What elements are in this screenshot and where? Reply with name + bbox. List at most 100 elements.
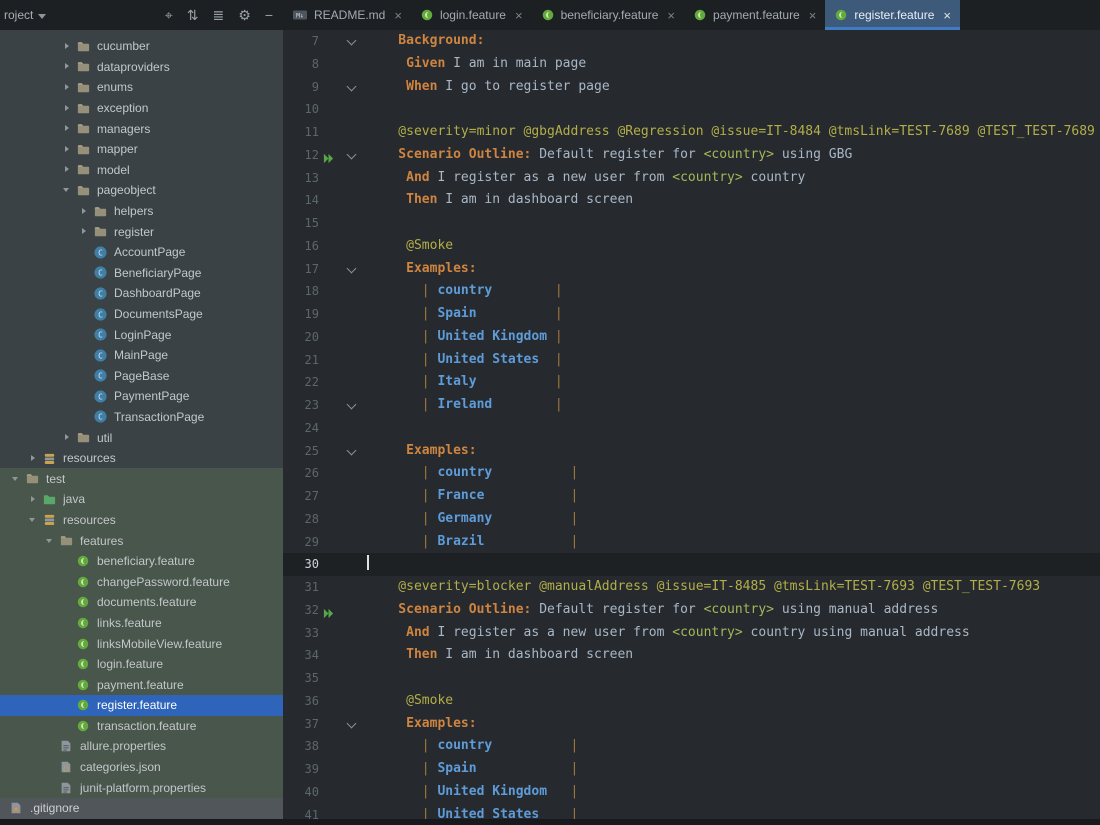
code-line-20[interactable]: 20 | United Kingdom | xyxy=(283,326,1100,349)
collapse-all-icon[interactable]: ≣ xyxy=(213,0,225,30)
tree-item-register[interactable]: register xyxy=(0,221,283,242)
code-line-17[interactable]: 17 Examples: xyxy=(283,258,1100,281)
fold-chevron-icon[interactable] xyxy=(347,36,357,46)
fold-chevron-icon[interactable] xyxy=(347,263,357,273)
chevron-down-icon[interactable] xyxy=(42,533,58,549)
tab-payment.feature[interactable]: payment.feature× xyxy=(684,0,825,30)
tree-item-PaymentPage[interactable]: CPaymentPage xyxy=(0,386,283,407)
tree-item-resources[interactable]: resources xyxy=(0,510,283,531)
close-icon[interactable]: × xyxy=(667,8,675,23)
tree-item-LoginPage[interactable]: CLoginPage xyxy=(0,324,283,345)
tab-login.feature[interactable]: login.feature× xyxy=(411,0,532,30)
tab-README.md[interactable]: M↓README.md× xyxy=(283,0,411,30)
tree-item-enums[interactable]: enums xyxy=(0,77,283,98)
code-line-35[interactable]: 35 xyxy=(283,667,1100,690)
code-line-38[interactable]: 38 | country | xyxy=(283,735,1100,758)
tree-item-changePassword.feature[interactable]: changePassword.feature xyxy=(0,571,283,592)
code-line-24[interactable]: 24 xyxy=(283,417,1100,440)
code-line-19[interactable]: 19 | Spain | xyxy=(283,303,1100,326)
code-line-27[interactable]: 27 | France | xyxy=(283,485,1100,508)
code-line-29[interactable]: 29 | Brazil | xyxy=(283,531,1100,554)
tree-item-managers[interactable]: managers xyxy=(0,118,283,139)
chevron-down-icon[interactable] xyxy=(59,182,75,198)
chevron-right-icon[interactable] xyxy=(25,450,41,466)
code-line-15[interactable]: 15 xyxy=(283,212,1100,235)
tree-item-register.feature[interactable]: register.feature xyxy=(0,695,283,716)
expand-collapse-icon[interactable]: ⇅ xyxy=(187,0,199,30)
tree-item-AccountPage[interactable]: CAccountPage xyxy=(0,242,283,263)
code-line-23[interactable]: 23 | Ireland | xyxy=(283,394,1100,417)
chevron-right-icon[interactable] xyxy=(59,162,75,178)
tree-item-cucumber[interactable]: cucumber xyxy=(0,36,283,57)
tree-item-MainPage[interactable]: CMainPage xyxy=(0,345,283,366)
tree-item-DocumentsPage[interactable]: CDocumentsPage xyxy=(0,304,283,325)
tree-item-.gitignore[interactable]: .gitignore xyxy=(0,798,283,819)
tree-item-pageobject[interactable]: pageobject xyxy=(0,180,283,201)
tree-item-dataproviders[interactable]: dataproviders xyxy=(0,57,283,78)
tree-item-linksMobileView.feature[interactable]: linksMobileView.feature xyxy=(0,633,283,654)
chevron-down-icon[interactable] xyxy=(25,512,41,528)
code-line-11[interactable]: 11 @severity=minor @gbgAddress @Regressi… xyxy=(283,121,1100,144)
tree-item-documents.feature[interactable]: documents.feature xyxy=(0,592,283,613)
code-line-34[interactable]: 34 Then I am in dashboard screen xyxy=(283,644,1100,667)
code-line-25[interactable]: 25 Examples: xyxy=(283,440,1100,463)
tree-item-junit-platform.properties[interactable]: junit-platform.properties xyxy=(0,777,283,798)
tree-item-helpers[interactable]: helpers xyxy=(0,201,283,222)
code-line-28[interactable]: 28 | Germany | xyxy=(283,508,1100,531)
code-line-30[interactable]: 30 xyxy=(283,553,1100,576)
chevron-right-icon[interactable] xyxy=(59,100,75,116)
tree-item-transaction.feature[interactable]: transaction.feature xyxy=(0,716,283,737)
code-line-32[interactable]: 32 Scenario Outline: Default register fo… xyxy=(283,599,1100,622)
tree-item-exception[interactable]: exception xyxy=(0,98,283,119)
code-line-10[interactable]: 10 xyxy=(283,98,1100,121)
tree-item-java[interactable]: java xyxy=(0,489,283,510)
code-line-13[interactable]: 13 And I register as a new user from <co… xyxy=(283,167,1100,190)
tree-item-DashboardPage[interactable]: CDashboardPage xyxy=(0,283,283,304)
tree-item-model[interactable]: model xyxy=(0,160,283,181)
tree-item-test[interactable]: test xyxy=(0,468,283,489)
chevron-down-icon[interactable] xyxy=(8,471,24,487)
code-line-40[interactable]: 40 | United Kingdom | xyxy=(283,781,1100,804)
chevron-right-icon[interactable] xyxy=(59,38,75,54)
code-line-9[interactable]: 9 When I go to register page xyxy=(283,76,1100,99)
project-view-dropdown[interactable]: roject xyxy=(4,8,46,22)
tree-item-features[interactable]: features xyxy=(0,530,283,551)
tree-item-mapper[interactable]: mapper xyxy=(0,139,283,160)
code-line-18[interactable]: 18 | country | xyxy=(283,280,1100,303)
chevron-right-icon[interactable] xyxy=(59,79,75,95)
fold-chevron-icon[interactable] xyxy=(347,445,357,455)
code-line-31[interactable]: 31 @severity=blocker @manualAddress @iss… xyxy=(283,576,1100,599)
tree-item-BeneficiaryPage[interactable]: CBeneficiaryPage xyxy=(0,263,283,284)
tree-item-util[interactable]: util xyxy=(0,427,283,448)
code-line-14[interactable]: 14 Then I am in dashboard screen xyxy=(283,189,1100,212)
code-line-33[interactable]: 33 And I register as a new user from <co… xyxy=(283,622,1100,645)
chevron-right-icon[interactable] xyxy=(59,430,75,446)
code-line-12[interactable]: 12 Scenario Outline: Default register fo… xyxy=(283,144,1100,167)
close-icon[interactable]: × xyxy=(515,8,523,23)
fold-chevron-icon[interactable] xyxy=(347,149,357,159)
chevron-right-icon[interactable] xyxy=(59,141,75,157)
locate-icon[interactable]: ⌖ xyxy=(165,0,173,30)
code-line-22[interactable]: 22 | Italy | xyxy=(283,371,1100,394)
tree-item-categories.json[interactable]: {}categories.json xyxy=(0,757,283,778)
chevron-right-icon[interactable] xyxy=(59,59,75,75)
editor-pane[interactable]: 7 Background:8 Given I am in main page9 … xyxy=(283,30,1100,825)
chevron-right-icon[interactable] xyxy=(76,224,92,240)
close-icon[interactable]: × xyxy=(809,8,817,23)
fold-chevron-icon[interactable] xyxy=(347,81,357,91)
tree-item-resources[interactable]: resources xyxy=(0,448,283,469)
close-icon[interactable]: × xyxy=(394,8,402,23)
code-line-36[interactable]: 36 @Smoke xyxy=(283,690,1100,713)
close-icon[interactable]: × xyxy=(943,8,951,23)
tree-item-login.feature[interactable]: login.feature xyxy=(0,654,283,675)
tree-item-links.feature[interactable]: links.feature xyxy=(0,613,283,634)
tree-item-beneficiary.feature[interactable]: beneficiary.feature xyxy=(0,551,283,572)
chevron-right-icon[interactable] xyxy=(76,203,92,219)
tree-item-TransactionPage[interactable]: CTransactionPage xyxy=(0,407,283,428)
tab-beneficiary.feature[interactable]: beneficiary.feature× xyxy=(532,0,684,30)
fold-chevron-icon[interactable] xyxy=(347,718,357,728)
chevron-right-icon[interactable] xyxy=(25,491,41,507)
chevron-right-icon[interactable] xyxy=(59,121,75,137)
code-line-21[interactable]: 21 | United States | xyxy=(283,349,1100,372)
hide-panel-icon[interactable]: − xyxy=(265,0,273,30)
